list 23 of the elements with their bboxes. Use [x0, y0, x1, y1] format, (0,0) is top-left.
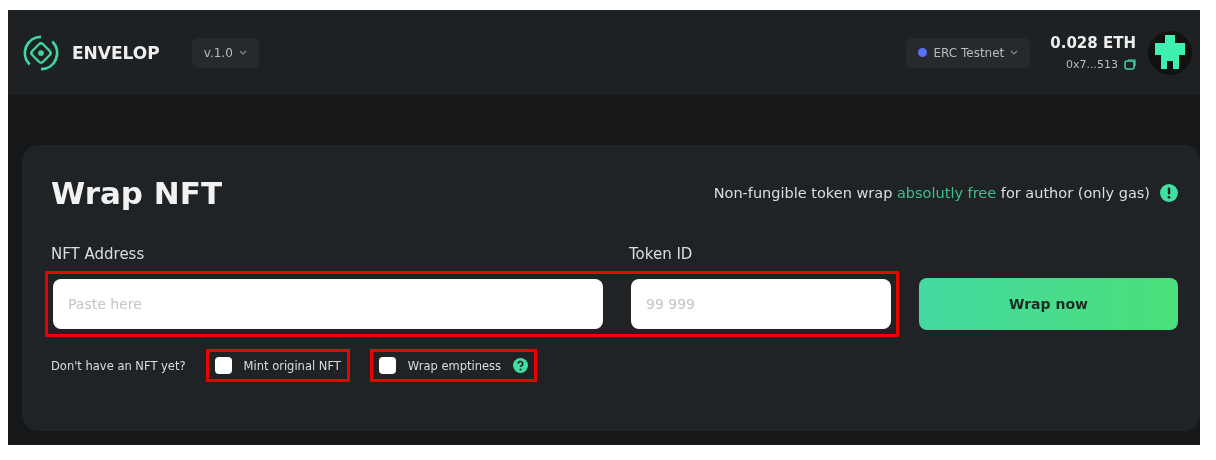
brand-name: ENVELOP [72, 42, 160, 63]
wallet-address: 0x7...513 [1066, 58, 1118, 71]
option-label: Wrap emptiness [407, 358, 502, 373]
logo-icon [22, 33, 60, 72]
checkbox[interactable] [214, 357, 232, 374]
input-field[interactable]: 99 999 [631, 279, 891, 329]
copy-icon[interactable] [1124, 59, 1136, 70]
balance: 0.028 ETH [1050, 34, 1136, 52]
fee-note: Non-fungible token wrap absolutly free for author (only gas) [713, 185, 1150, 201]
field-label: Token ID [629, 245, 693, 263]
chevron-down-icon [238, 50, 247, 55]
checkbox[interactable] [378, 357, 396, 374]
option-label: Mint original NFT [243, 358, 341, 373]
chevron-down-icon [1010, 50, 1019, 55]
field-label: NFT Address [51, 245, 146, 263]
version-dropdown[interactable]: v.1.0 [191, 37, 259, 68]
card-title: Wrap NFT [51, 175, 223, 211]
avatar-icon[interactable] [1148, 30, 1192, 75]
network-dropdown[interactable]: ERC Testnet [906, 37, 1031, 68]
input-field[interactable]: Paste here [53, 279, 603, 329]
hint-text: Don't have an NFT yet? [51, 358, 186, 373]
info-icon [1160, 184, 1178, 202]
wrap-button[interactable]: Wrap now [919, 278, 1178, 330]
